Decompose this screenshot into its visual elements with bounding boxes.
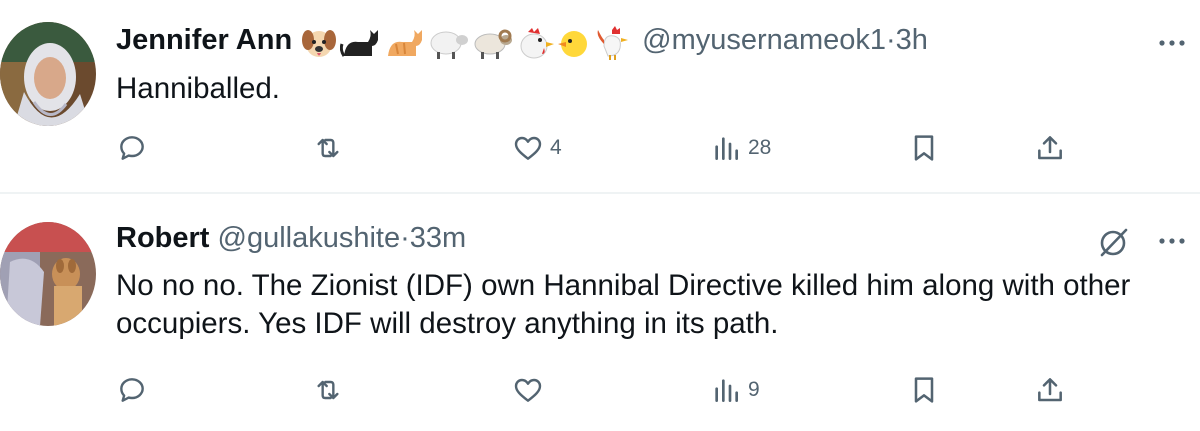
rooster-emoji [597,25,629,60]
share-button[interactable] [1034,370,1066,410]
share-button[interactable] [1034,128,1066,168]
cat-emoji [388,29,423,56]
avatar[interactable] [0,222,96,326]
bookmark-icon [914,377,934,403]
tweet[interactable]: Robert @gullakushite·33m No no no. The Z… [0,194,1200,431]
action-bar: 4 28 [0,128,1200,168]
baby-chick-emoji [558,30,588,57]
view-count: 9 [748,378,760,401]
tweet-text: No no no. The Zionist (IDF) own Hannibal… [116,269,1131,340]
chicken-emoji [520,27,555,59]
bookmark-icon [914,135,934,161]
bookmark-button[interactable] [908,370,940,410]
avatar[interactable] [0,22,96,126]
grok-icon[interactable] [1096,224,1132,260]
reply-button[interactable] [116,370,154,410]
tweet[interactable]: Jennifer Ann @myusernameok1·3h Hanniballe… [0,0,1200,193]
like-count: 4 [550,136,562,159]
more-options-icon[interactable] [1152,28,1192,58]
display-name[interactable]: Robert [116,222,209,254]
tweet-header: Robert @gullakushite·33m [116,218,466,258]
reply-icon [120,136,144,160]
tweet-text: Hanniballed. [116,72,281,105]
views-button[interactable]: 9 [710,370,760,410]
separator-dot: · [400,222,410,254]
retweet-button[interactable] [312,128,350,168]
ram-emoji [474,29,513,59]
reply-icon [120,378,144,402]
timestamp[interactable]: 33m [410,222,466,254]
more-options-icon[interactable] [1152,226,1192,256]
reply-button[interactable] [116,128,154,168]
retweet-icon [317,138,339,158]
heart-icon [514,378,542,402]
like-button[interactable] [512,370,550,410]
bookmark-button[interactable] [908,128,940,168]
dog-face-emoji [302,29,337,57]
heart-icon [514,136,542,160]
analytics-icon [715,379,738,402]
share-icon [1038,378,1062,402]
handle[interactable]: @myusernameok1 [642,24,886,56]
views-button[interactable]: 28 [710,128,771,168]
share-icon [1038,136,1062,160]
action-bar: 9 [0,370,1200,410]
view-count: 28 [748,136,772,159]
black-cat-emoji [340,29,379,57]
analytics-icon [715,137,738,160]
tweet-header: Jennifer Ann @myusernameok1·3h [116,20,928,60]
handle[interactable]: @gullakushite [218,222,401,254]
retweet-icon [317,380,339,400]
separator-dot: · [885,24,896,56]
sheep-emoji [430,31,469,59]
name-emojis [300,21,636,61]
retweet-button[interactable] [312,370,350,410]
timestamp[interactable]: 3h [896,24,928,56]
like-button[interactable]: 4 [512,128,562,168]
display-name[interactable]: Jennifer Ann [116,24,292,56]
